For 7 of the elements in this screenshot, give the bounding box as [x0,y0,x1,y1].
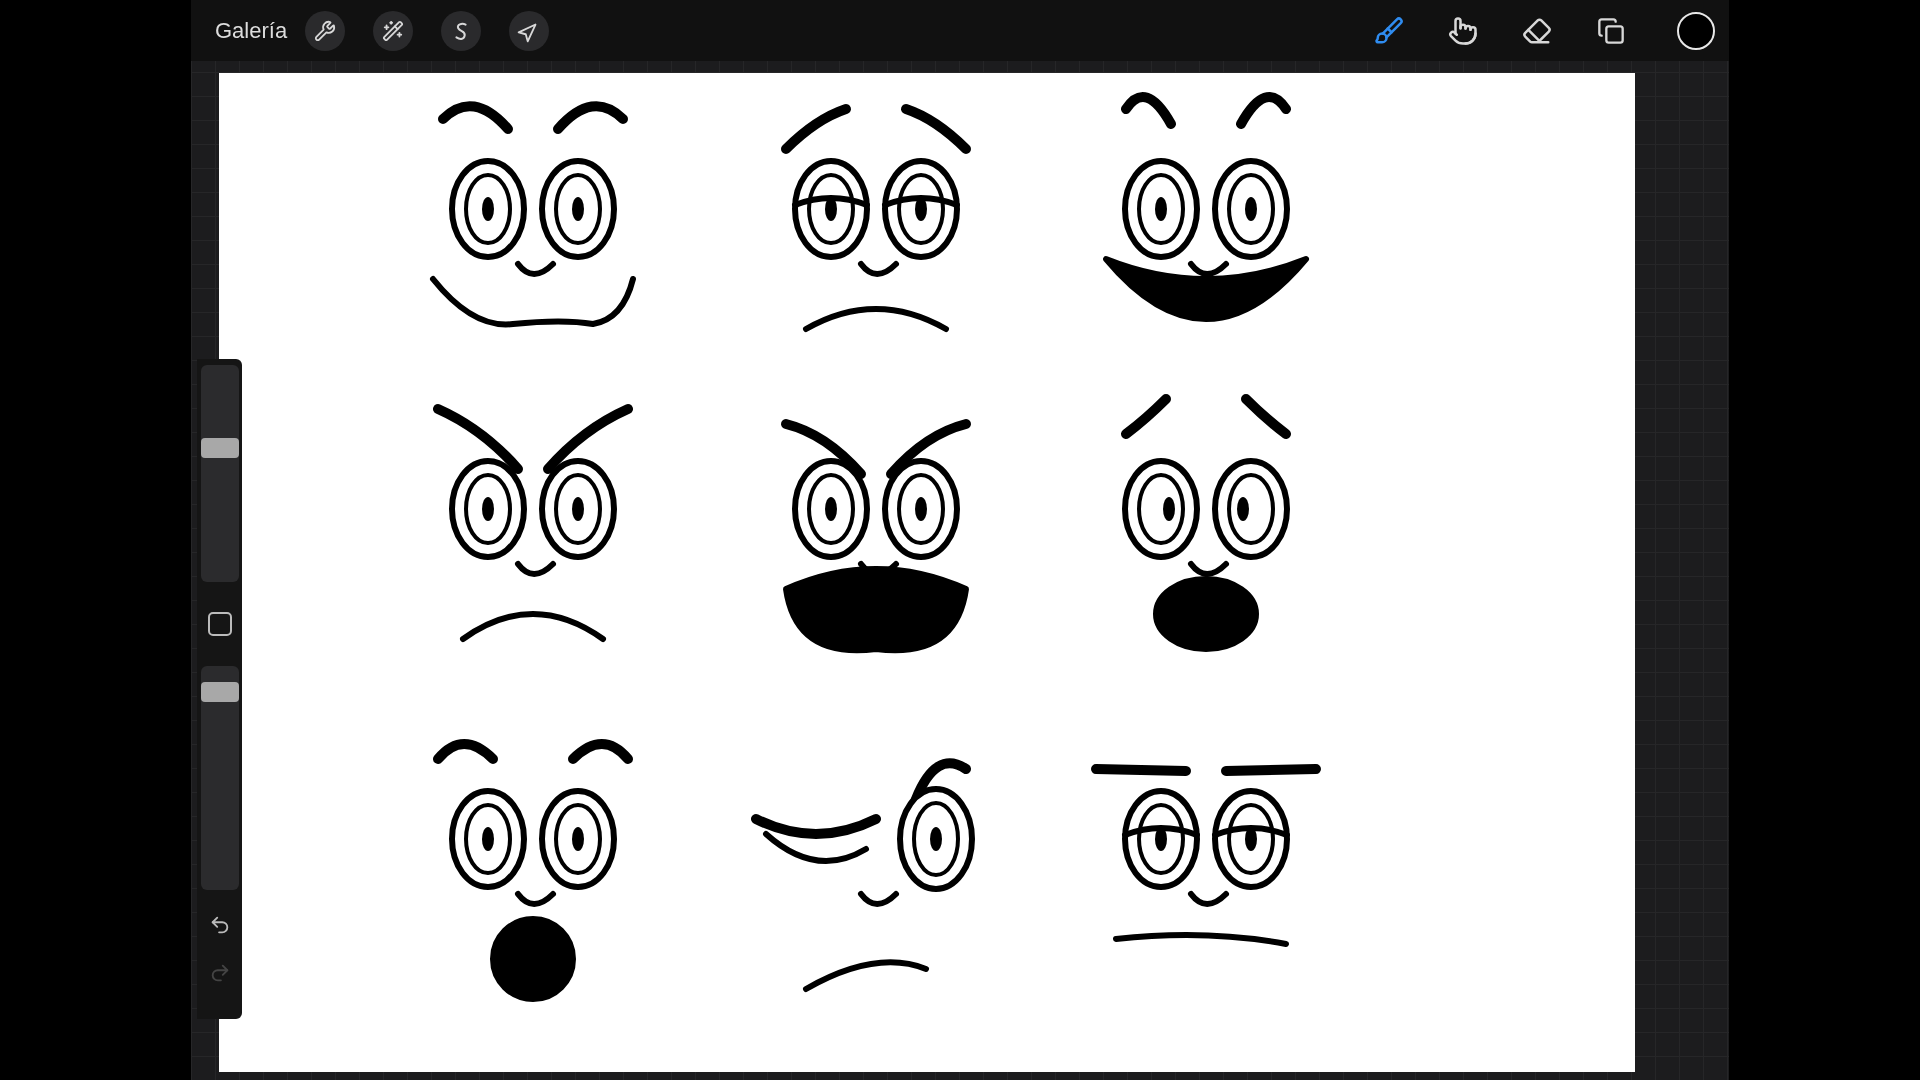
opacity-slider[interactable] [200,666,239,890]
slider-thumb[interactable] [200,437,239,458]
slider-thumb[interactable] [200,682,239,703]
gallery-button[interactable]: Galería [215,17,296,44]
square-button[interactable] [207,612,232,636]
color-swatch[interactable] [1677,11,1715,50]
brush-size-slider[interactable] [200,365,239,582]
